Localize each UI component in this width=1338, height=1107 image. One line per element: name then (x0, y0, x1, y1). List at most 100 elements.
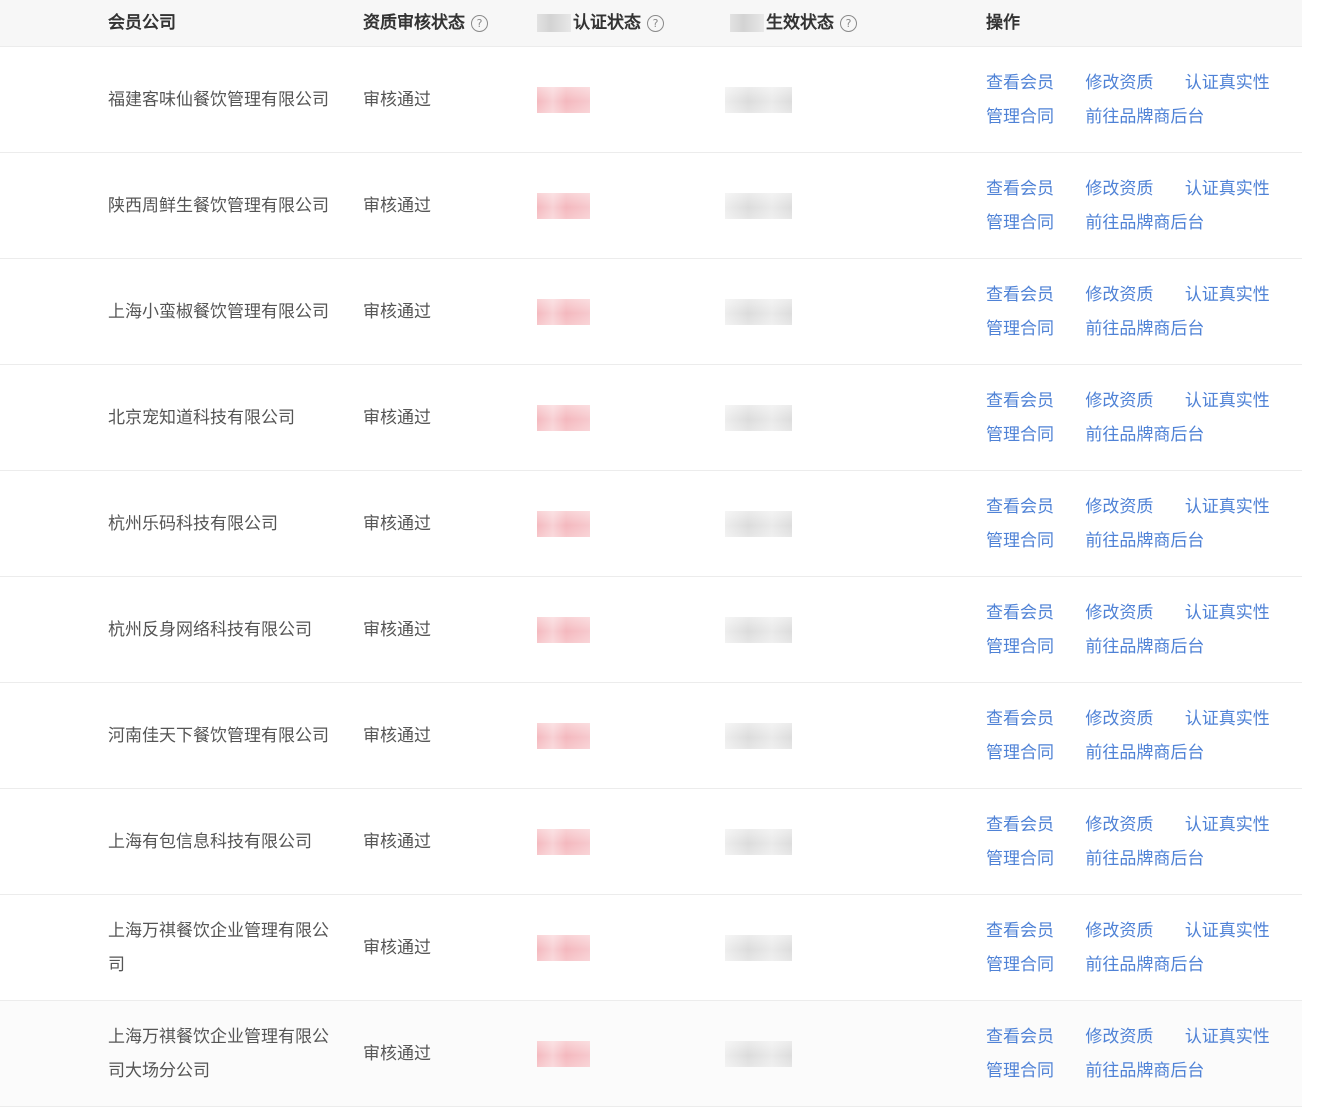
company-name: 上海小蛮椒餐饮管理有限公司 (108, 301, 329, 322)
manage-contract-link[interactable]: 管理合同 (986, 955, 1054, 975)
table-row: 北京宠知道科技有限公司 审核通过 查看会员 修改资质 认证真实性 管理合同 前往… (0, 365, 1302, 471)
goto-brand-backend-link[interactable]: 前往品牌商后台 (1085, 425, 1204, 445)
edit-qualification-link[interactable]: 修改资质 (1085, 603, 1153, 623)
qualification-status: 审核通过 (363, 513, 431, 534)
goto-brand-backend-link[interactable]: 前往品牌商后台 (1085, 849, 1204, 869)
company-name: 北京宠知道科技有限公司 (108, 407, 295, 428)
redacted-contract-status (725, 404, 792, 431)
view-member-link[interactable]: 查看会员 (986, 497, 1054, 517)
table-header: 会员公司 资质审核状态 ? 认证状态 ? 生效状态 ? 操作 (0, 0, 1302, 47)
redacted-auth-status (537, 616, 590, 643)
redacted-auth-status (537, 404, 590, 431)
verify-authenticity-link[interactable]: 认证真实性 (1185, 285, 1270, 305)
qualification-status: 审核通过 (363, 831, 431, 852)
redacted-contract-status (725, 722, 792, 749)
verify-authenticity-link[interactable]: 认证真实性 (1185, 1027, 1270, 1047)
qualification-status: 审核通过 (363, 195, 431, 216)
view-member-link[interactable]: 查看会员 (986, 815, 1054, 835)
manage-contract-link[interactable]: 管理合同 (986, 743, 1054, 763)
view-member-link[interactable]: 查看会员 (986, 285, 1054, 305)
redacted-auth-status (537, 510, 590, 537)
edit-qualification-link[interactable]: 修改资质 (1085, 815, 1153, 835)
qualification-status: 审核通过 (363, 1043, 431, 1064)
edit-qualification-link[interactable]: 修改资质 (1085, 391, 1153, 411)
redacted-contract-status (725, 298, 792, 325)
question-circle-icon[interactable]: ? (840, 14, 857, 32)
redacted-auth-status (537, 298, 590, 325)
goto-brand-backend-link[interactable]: 前往品牌商后台 (1085, 743, 1204, 763)
manage-contract-link[interactable]: 管理合同 (986, 107, 1054, 127)
manage-contract-link[interactable]: 管理合同 (986, 319, 1054, 339)
qualification-status: 审核通过 (363, 89, 431, 110)
qualification-status: 审核通过 (363, 725, 431, 746)
goto-brand-backend-link[interactable]: 前往品牌商后台 (1085, 107, 1204, 127)
table-row: 河南佳天下餐饮管理有限公司 审核通过 查看会员 修改资质 认证真实性 管理合同 … (0, 683, 1302, 789)
edit-qualification-link[interactable]: 修改资质 (1085, 285, 1153, 305)
verify-authenticity-link[interactable]: 认证真实性 (1185, 709, 1270, 729)
goto-brand-backend-link[interactable]: 前往品牌商后台 (1085, 1061, 1204, 1081)
row-actions: 查看会员 修改资质 认证真实性 管理合同 前往品牌商后台 (986, 1020, 1296, 1088)
edit-qualification-link[interactable]: 修改资质 (1085, 73, 1153, 93)
company-name: 上海万祺餐饮企业管理有限公司大场分公司 (108, 1026, 329, 1081)
table-row: 福建客味仙餐饮管理有限公司 审核通过 查看会员 修改资质 认证真实性 管理合同 … (0, 47, 1302, 153)
edit-qualification-link[interactable]: 修改资质 (1085, 497, 1153, 517)
table-row: 杭州乐码科技有限公司 审核通过 查看会员 修改资质 认证真实性 管理合同 前往品… (0, 471, 1302, 577)
verify-authenticity-link[interactable]: 认证真实性 (1185, 497, 1270, 517)
header-contract-status-label: 生效状态 (766, 13, 834, 33)
verify-authenticity-link[interactable]: 认证真实性 (1185, 73, 1270, 93)
redacted-contract-status (725, 828, 792, 855)
manage-contract-link[interactable]: 管理合同 (986, 849, 1054, 869)
view-member-link[interactable]: 查看会员 (986, 391, 1054, 411)
verify-authenticity-link[interactable]: 认证真实性 (1185, 603, 1270, 623)
company-name: 杭州乐码科技有限公司 (108, 513, 278, 534)
row-actions: 查看会员 修改资质 认证真实性 管理合同 前往品牌商后台 (986, 808, 1296, 876)
question-circle-icon[interactable]: ? (471, 14, 488, 32)
redacted-header-text (730, 14, 764, 32)
manage-contract-link[interactable]: 管理合同 (986, 425, 1054, 445)
header-actions: 操作 (986, 0, 1020, 46)
view-member-link[interactable]: 查看会员 (986, 603, 1054, 623)
view-member-link[interactable]: 查看会员 (986, 1027, 1054, 1047)
manage-contract-link[interactable]: 管理合同 (986, 213, 1054, 233)
verify-authenticity-link[interactable]: 认证真实性 (1185, 815, 1270, 835)
row-actions: 查看会员 修改资质 认证真实性 管理合同 前往品牌商后台 (986, 278, 1296, 346)
edit-qualification-link[interactable]: 修改资质 (1085, 921, 1153, 941)
question-circle-icon[interactable]: ? (647, 14, 664, 32)
manage-contract-link[interactable]: 管理合同 (986, 1061, 1054, 1081)
edit-qualification-link[interactable]: 修改资质 (1085, 709, 1153, 729)
row-actions: 查看会员 修改资质 认证真实性 管理合同 前往品牌商后台 (986, 914, 1296, 982)
header-company: 会员公司 (108, 0, 176, 46)
header-contract-status: 生效状态 ? (730, 0, 857, 46)
view-member-link[interactable]: 查看会员 (986, 179, 1054, 199)
edit-qualification-link[interactable]: 修改资质 (1085, 1027, 1153, 1047)
view-member-link[interactable]: 查看会员 (986, 709, 1054, 729)
header-company-label: 会员公司 (108, 13, 176, 33)
verify-authenticity-link[interactable]: 认证真实性 (1185, 921, 1270, 941)
goto-brand-backend-link[interactable]: 前往品牌商后台 (1085, 955, 1204, 975)
table-row: 上海万祺餐饮企业管理有限公司大场分公司 审核通过 查看会员 修改资质 认证真实性… (0, 1001, 1302, 1107)
member-company-table: 会员公司 资质审核状态 ? 认证状态 ? 生效状态 ? 操作 福建客味仙餐饮管理… (0, 0, 1302, 1107)
verify-authenticity-link[interactable]: 认证真实性 (1185, 179, 1270, 199)
verify-authenticity-link[interactable]: 认证真实性 (1185, 391, 1270, 411)
view-member-link[interactable]: 查看会员 (986, 921, 1054, 941)
redacted-auth-status (537, 1040, 590, 1067)
redacted-contract-status (725, 86, 792, 113)
goto-brand-backend-link[interactable]: 前往品牌商后台 (1085, 531, 1204, 551)
goto-brand-backend-link[interactable]: 前往品牌商后台 (1085, 319, 1204, 339)
goto-brand-backend-link[interactable]: 前往品牌商后台 (1085, 213, 1204, 233)
goto-brand-backend-link[interactable]: 前往品牌商后台 (1085, 637, 1204, 657)
redacted-contract-status (725, 934, 792, 961)
manage-contract-link[interactable]: 管理合同 (986, 531, 1054, 551)
redacted-contract-status (725, 616, 792, 643)
qualification-status: 审核通过 (363, 407, 431, 428)
table-row: 上海小蛮椒餐饮管理有限公司 审核通过 查看会员 修改资质 认证真实性 管理合同 … (0, 259, 1302, 365)
company-name: 陕西周鲜生餐饮管理有限公司 (108, 195, 329, 216)
manage-contract-link[interactable]: 管理合同 (986, 637, 1054, 657)
view-member-link[interactable]: 查看会员 (986, 73, 1054, 93)
row-actions: 查看会员 修改资质 认证真实性 管理合同 前往品牌商后台 (986, 596, 1296, 664)
redacted-auth-status (537, 86, 590, 113)
edit-qualification-link[interactable]: 修改资质 (1085, 179, 1153, 199)
header-qualification-status: 资质审核状态 ? (363, 0, 488, 46)
table-row: 陕西周鲜生餐饮管理有限公司 审核通过 查看会员 修改资质 认证真实性 管理合同 … (0, 153, 1302, 259)
qualification-status: 审核通过 (363, 937, 431, 958)
